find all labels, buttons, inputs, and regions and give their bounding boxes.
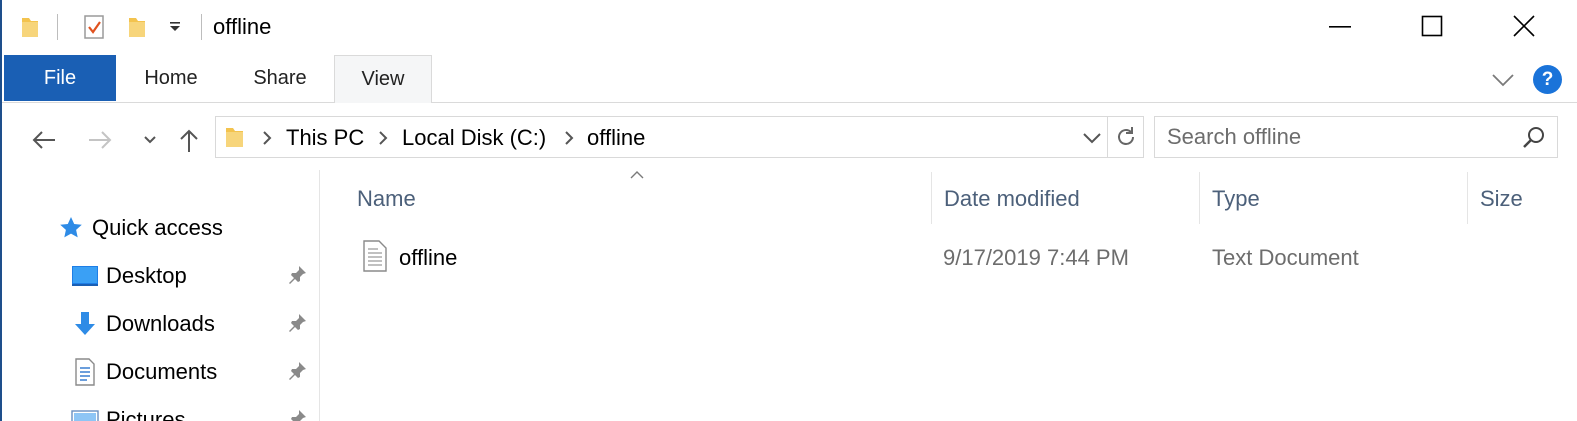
- breadcrumb-this-pc[interactable]: This PC: [286, 125, 364, 151]
- column-header-size[interactable]: Size: [1480, 183, 1523, 217]
- back-arrow-icon[interactable]: [26, 122, 62, 158]
- chevron-right-icon[interactable]: [562, 128, 576, 148]
- column-divider[interactable]: [931, 172, 932, 224]
- close-icon[interactable]: [1478, 0, 1570, 52]
- nav-item-label: Desktop: [106, 263, 187, 288]
- tab-file[interactable]: File: [4, 55, 116, 101]
- forward-arrow-icon[interactable]: [82, 122, 118, 158]
- window-title: offline: [213, 14, 272, 39]
- text-file-icon: [362, 240, 388, 272]
- column-divider[interactable]: [1467, 172, 1468, 224]
- desktop-icon: [70, 261, 100, 291]
- sort-ascending-icon: [628, 168, 646, 180]
- column-header-name[interactable]: Name: [357, 183, 416, 217]
- tab-share[interactable]: Share: [226, 55, 334, 101]
- pin-icon[interactable]: [286, 360, 310, 384]
- pin-icon[interactable]: [286, 264, 310, 288]
- nav-item-label: Downloads: [106, 311, 215, 336]
- file-explorer-window: offline File Home Share View ? This PC L…: [0, 0, 1577, 421]
- star-icon: [56, 213, 86, 243]
- address-bar[interactable]: This PC Local Disk (C:) offline: [215, 116, 1108, 158]
- nav-item-pictures[interactable]: Pictures: [70, 400, 185, 421]
- nav-item-desktop[interactable]: Desktop: [70, 256, 187, 296]
- properties-icon[interactable]: [78, 12, 110, 42]
- folder-icon: [224, 124, 248, 150]
- pin-icon[interactable]: [286, 408, 310, 421]
- folder-icon[interactable]: [16, 12, 44, 42]
- pin-icon[interactable]: [286, 312, 310, 336]
- help-button[interactable]: ?: [1533, 65, 1562, 94]
- nav-item-label: Quick access: [92, 215, 223, 240]
- toolbar-divider: [201, 14, 202, 40]
- pictures-icon: [70, 405, 100, 421]
- nav-item-label: Documents: [106, 359, 218, 384]
- file-date-modified: 9/17/2019 7:44 PM: [943, 245, 1129, 270]
- breadcrumb-offline[interactable]: offline: [587, 125, 645, 151]
- search-box[interactable]: [1154, 116, 1558, 158]
- address-dropdown-icon[interactable]: [1080, 126, 1104, 150]
- file-row[interactable]: offline 9/17/2019 7:44 PM Text Document: [322, 238, 1577, 280]
- tab-view[interactable]: View: [334, 55, 432, 103]
- nav-item-documents[interactable]: Documents: [70, 352, 217, 392]
- customize-dropdown-icon[interactable]: [162, 12, 188, 42]
- toolbar-divider: [57, 14, 58, 40]
- chevron-right-icon[interactable]: [260, 128, 274, 148]
- ribbon-tab-bar: File Home Share View ?: [2, 55, 1577, 103]
- column-header-date-modified[interactable]: Date modified: [944, 183, 1080, 217]
- search-input[interactable]: [1167, 123, 1507, 151]
- file-name[interactable]: offline: [399, 244, 457, 272]
- downloads-icon: [70, 309, 100, 339]
- navigation-pane: Quick access Desktop Downloads Documents: [2, 170, 320, 421]
- new-folder-icon[interactable]: [122, 12, 152, 42]
- minimize-icon[interactable]: [1294, 0, 1386, 52]
- file-type: Text Document: [1212, 245, 1359, 270]
- search-icon[interactable]: [1521, 125, 1547, 151]
- documents-icon: [70, 357, 100, 387]
- up-arrow-icon[interactable]: [171, 122, 207, 158]
- nav-item-downloads[interactable]: Downloads: [70, 304, 215, 344]
- column-divider[interactable]: [1199, 172, 1200, 224]
- expand-ribbon-icon[interactable]: [1488, 65, 1518, 95]
- nav-item-quick-access[interactable]: Quick access: [56, 208, 223, 248]
- breadcrumb-local-disk[interactable]: Local Disk (C:): [402, 125, 546, 151]
- nav-item-label: Pictures: [106, 407, 186, 421]
- title-bar: offline: [2, 0, 1577, 54]
- recent-locations-icon[interactable]: [132, 122, 168, 158]
- maximize-icon[interactable]: [1386, 0, 1478, 52]
- refresh-icon[interactable]: [1108, 116, 1144, 158]
- chevron-right-icon[interactable]: [376, 128, 390, 148]
- column-header-type[interactable]: Type: [1212, 183, 1260, 217]
- tab-home[interactable]: Home: [116, 55, 226, 101]
